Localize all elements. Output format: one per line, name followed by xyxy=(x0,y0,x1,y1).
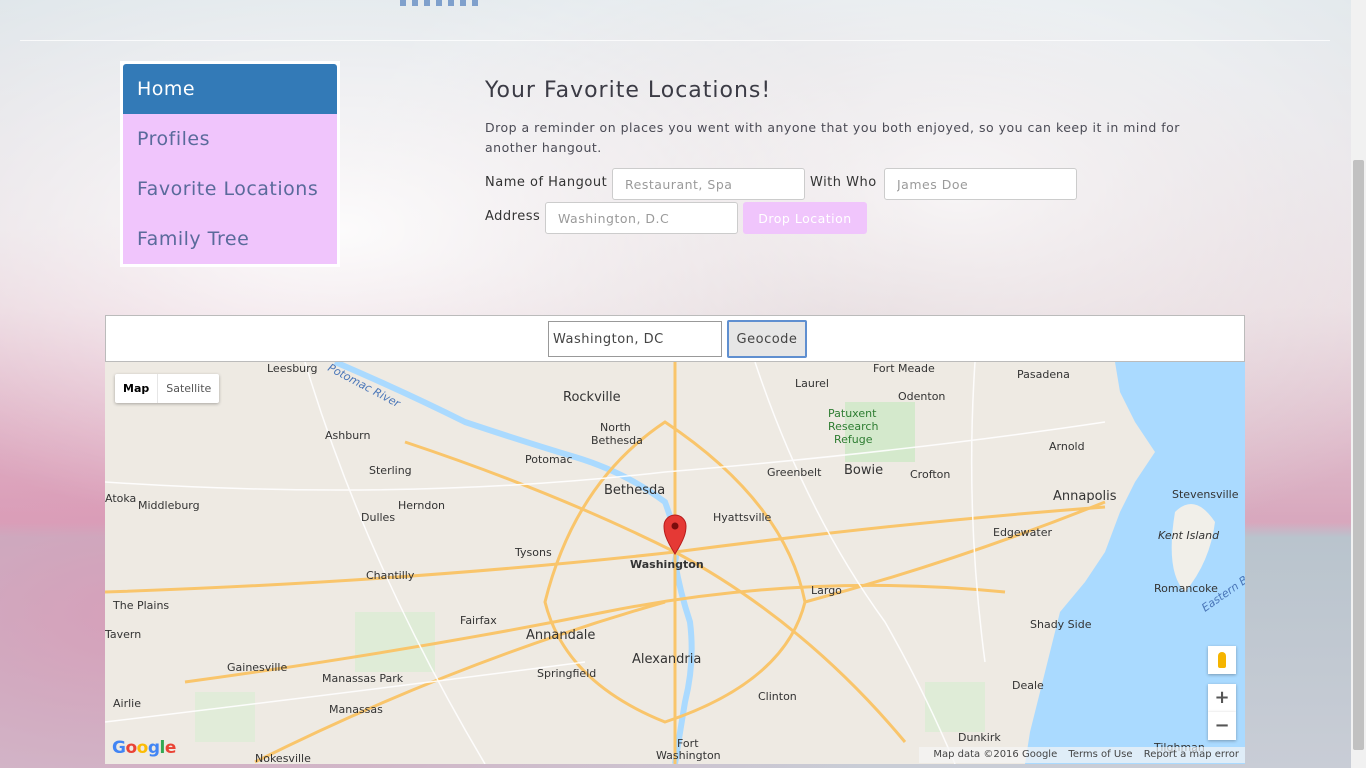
svg-text:Annandale: Annandale xyxy=(526,628,595,643)
svg-text:Fairfax: Fairfax xyxy=(460,614,497,627)
svg-text:Middleburg: Middleburg xyxy=(138,499,200,512)
nav-item-home[interactable]: Home xyxy=(123,64,337,114)
svg-text:Washington: Washington xyxy=(656,749,721,762)
svg-text:Tysons: Tysons xyxy=(514,546,552,559)
page-description: Drop a reminder on places you went with … xyxy=(485,120,1180,155)
google-logo: Google xyxy=(112,738,176,758)
address-input[interactable] xyxy=(545,202,738,234)
map-attribution: Map data ©2016 Google Terms of Use Repor… xyxy=(919,747,1245,763)
nav-item-profiles[interactable]: Profiles xyxy=(123,114,337,164)
map-view[interactable]: Leesburg Rockville Laurel Fort Meade Pas… xyxy=(105,362,1245,764)
terms-of-use-link[interactable]: Terms of Use xyxy=(1068,749,1132,760)
svg-text:Clinton: Clinton xyxy=(758,690,797,703)
geocode-input[interactable] xyxy=(548,321,722,357)
hangout-name-input[interactable] xyxy=(612,168,805,200)
svg-text:Deale: Deale xyxy=(1012,679,1044,692)
svg-text:Springfield: Springfield xyxy=(537,667,596,680)
svg-text:Pasadena: Pasadena xyxy=(1017,368,1070,381)
main-content: Your Favorite Locations! Drop a reminder… xyxy=(485,78,1225,234)
svg-text:Alexandria: Alexandria xyxy=(632,652,701,667)
svg-text:Kent Island: Kent Island xyxy=(1158,529,1220,542)
header-decoration xyxy=(400,0,478,6)
svg-text:Odenton: Odenton xyxy=(898,390,945,403)
side-nav: Home Profiles Favorite Locations Family … xyxy=(120,61,340,267)
nav-item-favorite-locations[interactable]: Favorite Locations xyxy=(123,164,337,214)
scrollbar-thumb[interactable] xyxy=(1353,160,1364,750)
svg-text:Rockville: Rockville xyxy=(563,390,621,405)
svg-text:Largo: Largo xyxy=(811,584,842,597)
geocode-panel: Geocode xyxy=(105,315,1245,362)
map-type-satellite-button[interactable]: Satellite xyxy=(158,374,219,403)
svg-text:Ashburn: Ashburn xyxy=(325,429,371,442)
svg-text:Bowie: Bowie xyxy=(844,463,883,478)
svg-text:Stevensville: Stevensville xyxy=(1172,488,1239,501)
svg-text:Potomac: Potomac xyxy=(525,453,573,466)
svg-text:Sterling: Sterling xyxy=(369,464,412,477)
page-scrollbar[interactable] xyxy=(1351,0,1366,768)
with-who-label: With Who xyxy=(810,175,877,190)
with-who-input[interactable] xyxy=(884,168,1077,200)
svg-text:Gainesville: Gainesville xyxy=(227,661,287,674)
svg-text:Manassas: Manassas xyxy=(329,703,383,716)
svg-text:Greenbelt: Greenbelt xyxy=(767,466,822,479)
map-type-control: Map Satellite xyxy=(115,374,220,403)
svg-text:Romancoke: Romancoke xyxy=(1154,582,1218,595)
svg-text:Airlie: Airlie xyxy=(113,697,141,710)
svg-text:Washington: Washington xyxy=(630,558,704,571)
svg-text:Dunkirk: Dunkirk xyxy=(958,731,1001,744)
drop-location-button[interactable]: Drop Location xyxy=(743,202,867,234)
svg-text:The Plains: The Plains xyxy=(112,599,169,612)
svg-text:Edgewater: Edgewater xyxy=(993,526,1053,539)
geocode-button[interactable]: Geocode xyxy=(727,320,807,358)
svg-text:Bethesda: Bethesda xyxy=(604,483,665,498)
nav-item-family-tree[interactable]: Family Tree xyxy=(123,214,337,264)
svg-text:Laurel: Laurel xyxy=(795,377,829,390)
svg-text:Patuxent: Patuxent xyxy=(828,407,877,420)
svg-text:Refuge: Refuge xyxy=(834,433,873,446)
svg-text:Shady Side: Shady Side xyxy=(1030,618,1092,631)
svg-text:Research: Research xyxy=(828,420,878,433)
svg-text:North: North xyxy=(600,421,631,434)
zoom-in-button[interactable]: + xyxy=(1208,684,1236,712)
header-divider xyxy=(20,40,1330,41)
svg-text:Chantilly: Chantilly xyxy=(366,569,415,582)
svg-text:Dulles: Dulles xyxy=(361,511,395,524)
svg-text:Crofton: Crofton xyxy=(910,468,950,481)
address-label: Address xyxy=(485,209,541,224)
svg-text:Arnold: Arnold xyxy=(1049,440,1085,453)
map-canvas: Leesburg Rockville Laurel Fort Meade Pas… xyxy=(105,362,1245,764)
page-title: Your Favorite Locations! xyxy=(485,78,772,103)
street-view-pegman-icon[interactable] xyxy=(1208,646,1236,674)
svg-text:Annapolis: Annapolis xyxy=(1053,489,1117,504)
svg-text:Manassas Park: Manassas Park xyxy=(322,672,404,685)
svg-text:Herndon: Herndon xyxy=(398,499,445,512)
svg-text:Leesburg: Leesburg xyxy=(267,362,317,375)
svg-text:Fort Meade: Fort Meade xyxy=(873,362,935,375)
hangout-name-label: Name of Hangout xyxy=(485,175,608,190)
svg-text:Nokesville: Nokesville xyxy=(255,752,311,764)
report-map-error-link[interactable]: Report a map error xyxy=(1144,749,1239,760)
zoom-out-button[interactable]: − xyxy=(1208,712,1236,740)
map-data-text: Map data ©2016 Google xyxy=(933,749,1058,760)
map-type-map-button[interactable]: Map xyxy=(115,374,159,403)
svg-text:Hyattsville: Hyattsville xyxy=(713,511,772,524)
svg-text:Tavern: Tavern xyxy=(105,628,141,641)
svg-text:Bethesda: Bethesda xyxy=(591,434,643,447)
svg-text:Atoka: Atoka xyxy=(105,492,136,505)
